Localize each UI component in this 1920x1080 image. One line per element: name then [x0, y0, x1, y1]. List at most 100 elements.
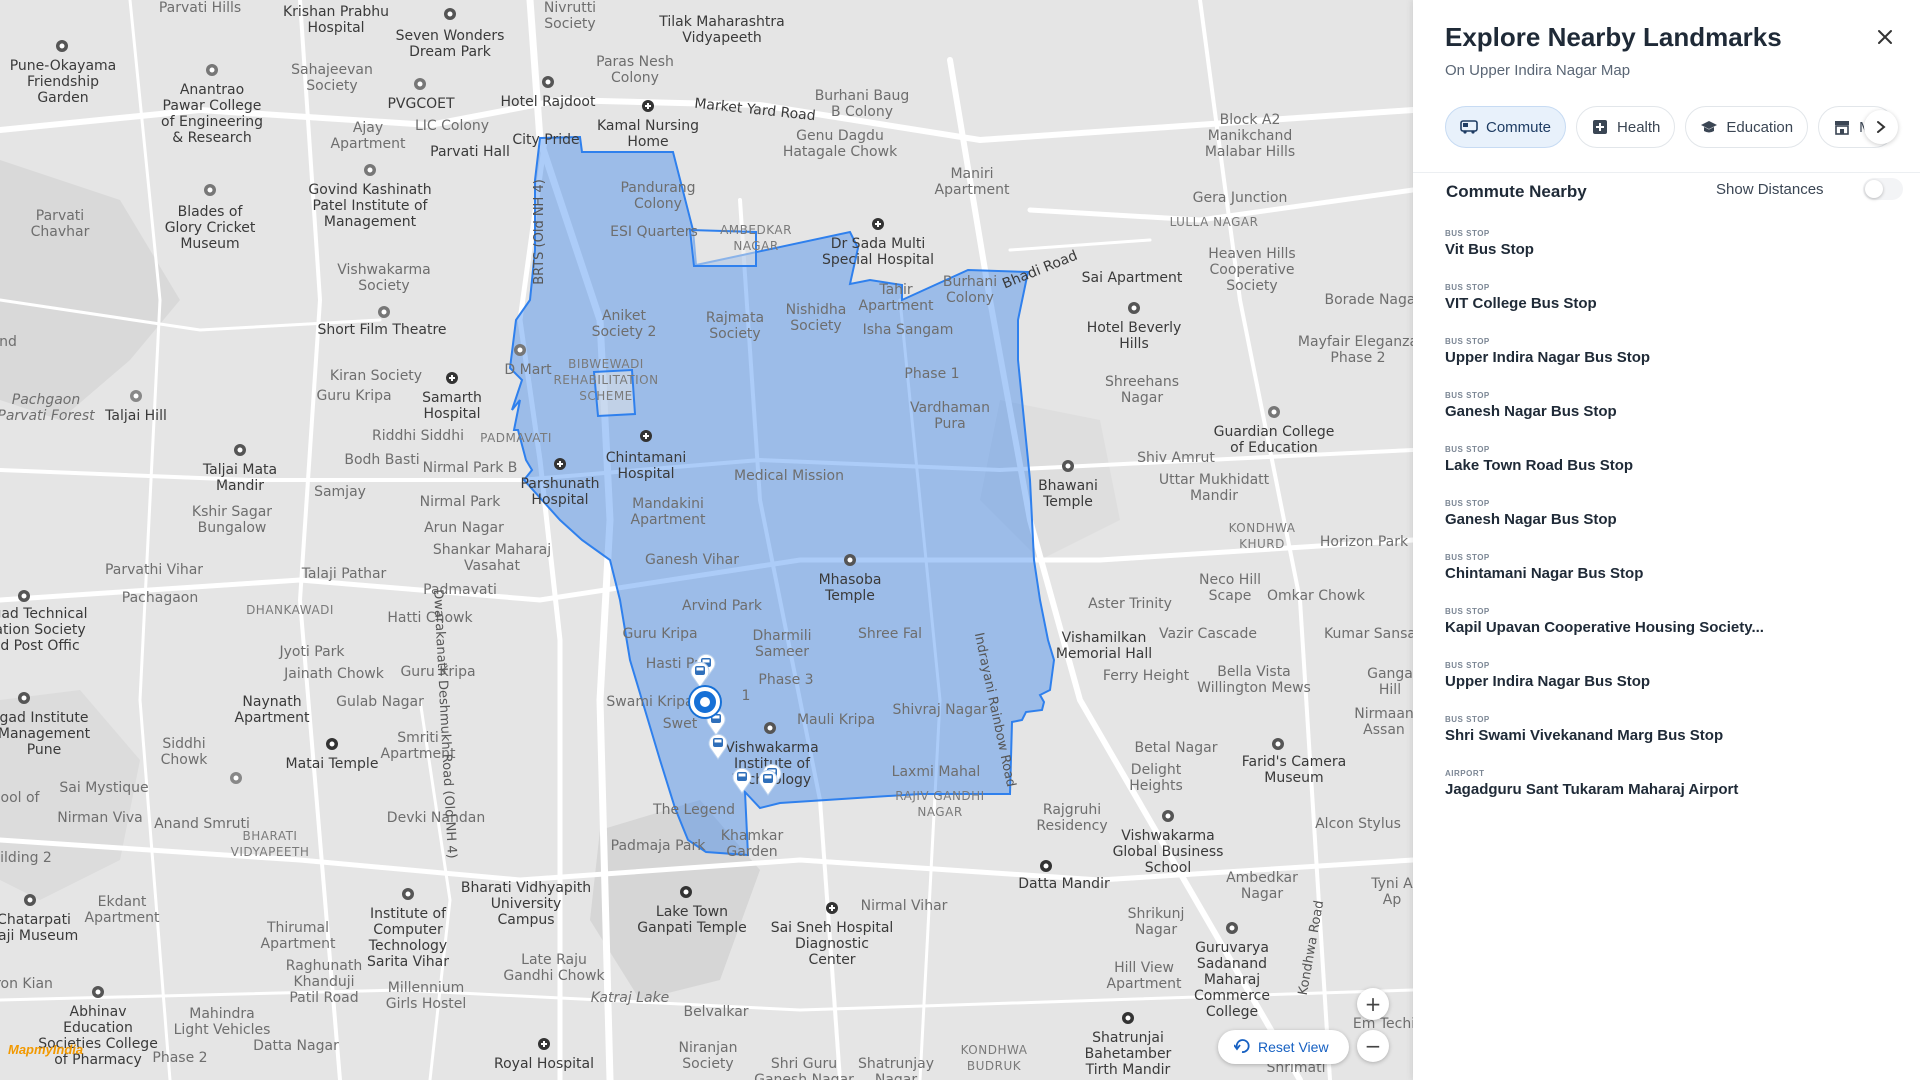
- map-label: Jainath Chowk: [284, 666, 384, 682]
- hospital-pin-icon[interactable]: [825, 901, 839, 915]
- list-item[interactable]: BUS STOP Ganesh Nagar Bus Stop: [1445, 498, 1900, 552]
- map-label: Matai Temple: [285, 756, 379, 772]
- bus-stop-marker-icon[interactable]: [731, 766, 753, 794]
- place-pin-icon[interactable]: [513, 343, 527, 357]
- hospital-pin-icon[interactable]: [639, 429, 653, 443]
- map-label: Taljai Mata Mandir: [202, 462, 278, 494]
- item-name: Shri Swami Vivekanand Marg Bus Stop: [1445, 727, 1724, 744]
- map-label: AMBEDKAR NAGAR: [720, 223, 792, 253]
- item-name: Chintamani Nagar Bus Stop: [1445, 565, 1644, 582]
- map-label: Bodh Basti: [344, 452, 420, 468]
- map-label: Padmaja Park: [610, 838, 706, 854]
- item-type: BUS STOP: [1445, 391, 1490, 400]
- place-pin-icon[interactable]: [1161, 809, 1175, 823]
- place-pin-icon[interactable]: [1039, 859, 1053, 873]
- map-label: Parvati Hall: [430, 144, 510, 160]
- item-type: BUS STOP: [1445, 337, 1490, 346]
- list-item[interactable]: BUS STOP Lake Town Road Bus Stop: [1445, 444, 1900, 498]
- list-item[interactable]: BUS STOP Chintamani Nagar Bus Stop: [1445, 552, 1900, 606]
- category-tabs: Commute Health Education Ma: [1445, 106, 1920, 150]
- place-pin-icon[interactable]: [1271, 737, 1285, 751]
- place-pin-icon[interactable]: [23, 893, 37, 907]
- list-item[interactable]: BUS STOP Upper Indira Nagar Bus Stop: [1445, 336, 1900, 390]
- map-label: D Mart: [504, 362, 552, 378]
- map-label: Farid's Camera Museum: [1241, 754, 1347, 786]
- place-pin-icon[interactable]: [363, 163, 377, 177]
- bus-stop-marker-icon[interactable]: [757, 768, 779, 796]
- close-icon[interactable]: [1872, 24, 1898, 50]
- hospital-pin-icon[interactable]: [641, 99, 655, 113]
- show-distances-label: Show Distances: [1716, 181, 1824, 198]
- bus-stop-marker-icon[interactable]: [689, 660, 711, 688]
- map-label: Parvati Chavhar: [30, 208, 90, 240]
- map-label: Vazir Cascade: [1159, 626, 1257, 642]
- tab-health[interactable]: Health: [1576, 106, 1676, 148]
- current-location-marker[interactable]: [690, 687, 720, 717]
- item-name: Ganesh Nagar Bus Stop: [1445, 403, 1617, 420]
- list-item[interactable]: BUS STOP Shri Swami Vivekanand Marg Bus S…: [1445, 714, 1900, 768]
- place-pin-icon[interactable]: [1267, 405, 1281, 419]
- place-pin-icon[interactable]: [129, 389, 143, 403]
- map-label: RAJIV GANDHI NAGAR: [895, 789, 985, 819]
- map-label: Ferry Height: [1102, 668, 1190, 684]
- place-pin-icon[interactable]: [413, 77, 427, 91]
- map-label: Kumar Sansa: [1324, 626, 1413, 642]
- list-item[interactable]: BUS STOP Vit Bus Stop: [1445, 228, 1900, 282]
- place-pin-icon[interactable]: [91, 985, 105, 999]
- list-item[interactable]: BUS STOP Kapil Upavan Cooperative Housing…: [1445, 606, 1900, 660]
- hospital-pin-icon[interactable]: [871, 217, 885, 231]
- map-label: Nirmal Vihar: [860, 898, 948, 914]
- place-pin-icon[interactable]: [1127, 301, 1141, 315]
- hospital-pin-icon[interactable]: [537, 1037, 551, 1051]
- zoom-out-button[interactable]: −: [1357, 1030, 1389, 1062]
- map-label: Ajay Apartment: [330, 120, 406, 152]
- tab-commute[interactable]: Commute: [1445, 106, 1567, 148]
- map-canvas[interactable]: Parvati Hills Krishan Prabhu Hospital Se…: [0, 0, 1413, 1080]
- place-pin-icon[interactable]: [325, 737, 339, 751]
- place-pin-icon[interactable]: [55, 39, 69, 53]
- place-pin-icon[interactable]: [17, 589, 31, 603]
- hospital-pin-icon[interactable]: [553, 457, 567, 471]
- map-label: Arvind Park: [682, 598, 762, 614]
- chevron-right-icon[interactable]: [1864, 110, 1898, 144]
- list-item[interactable]: BUS STOP VIT College Bus Stop: [1445, 282, 1900, 336]
- place-pin-icon[interactable]: [1121, 1011, 1135, 1025]
- item-name: Ganesh Nagar Bus Stop: [1445, 511, 1617, 528]
- map-label: Hotel Rajdoot: [500, 94, 596, 110]
- bus-stop-marker-icon[interactable]: [707, 732, 729, 760]
- hospital-pin-icon[interactable]: [445, 371, 459, 385]
- map-label: Samjay: [314, 484, 366, 500]
- place-pin-icon[interactable]: [17, 691, 31, 705]
- tab-label: Education: [1726, 118, 1794, 136]
- place-pin-icon[interactable]: [1061, 459, 1075, 473]
- map-label: Paras Nesh Colony: [596, 54, 674, 86]
- list-item[interactable]: BUS STOP Ganesh Nagar Bus Stop: [1445, 390, 1900, 444]
- place-pin-icon[interactable]: [205, 63, 219, 77]
- item-type: BUS STOP: [1445, 445, 1490, 454]
- place-pin-icon[interactable]: [401, 887, 415, 901]
- map-label: Mhasoba Temple: [818, 572, 882, 604]
- list-item[interactable]: BUS STOP Upper Indira Nagar Bus Stop: [1445, 660, 1900, 714]
- place-pin-icon[interactable]: [843, 553, 857, 567]
- reset-view-button[interactable]: Reset View: [1218, 1030, 1349, 1064]
- place-pin-icon[interactable]: [203, 183, 217, 197]
- place-pin-icon[interactable]: [233, 443, 247, 457]
- list-item[interactable]: AIRPORT Jagadguru Sant Tukaram Maharaj Ai…: [1445, 768, 1900, 822]
- place-pin-icon[interactable]: [1225, 921, 1239, 935]
- tab-education[interactable]: Education: [1685, 106, 1809, 148]
- zoom-in-button[interactable]: +: [1357, 988, 1389, 1020]
- place-pin-icon[interactable]: [541, 75, 555, 89]
- map-label: Betal Nagar: [1134, 740, 1218, 756]
- place-pin-icon[interactable]: [679, 885, 693, 899]
- map-label: Abhinav Education Societies College of P…: [38, 1004, 158, 1068]
- map-label: Anantrao Pawar College of Engineering & …: [161, 82, 263, 146]
- show-distances-toggle[interactable]: [1863, 178, 1903, 200]
- map-label: Jyoti Park: [279, 644, 345, 660]
- map-label: Vishamilkan Memorial Hall: [1055, 630, 1153, 662]
- map-label: Govind Kashinath Patel Institute of Mana…: [308, 182, 432, 230]
- map-label: Ambedkar Nagar: [1226, 870, 1298, 902]
- place-pin-icon[interactable]: [763, 721, 777, 735]
- place-pin-icon[interactable]: [377, 305, 391, 319]
- place-pin-icon[interactable]: [443, 7, 457, 21]
- place-pin-icon[interactable]: [229, 771, 243, 785]
